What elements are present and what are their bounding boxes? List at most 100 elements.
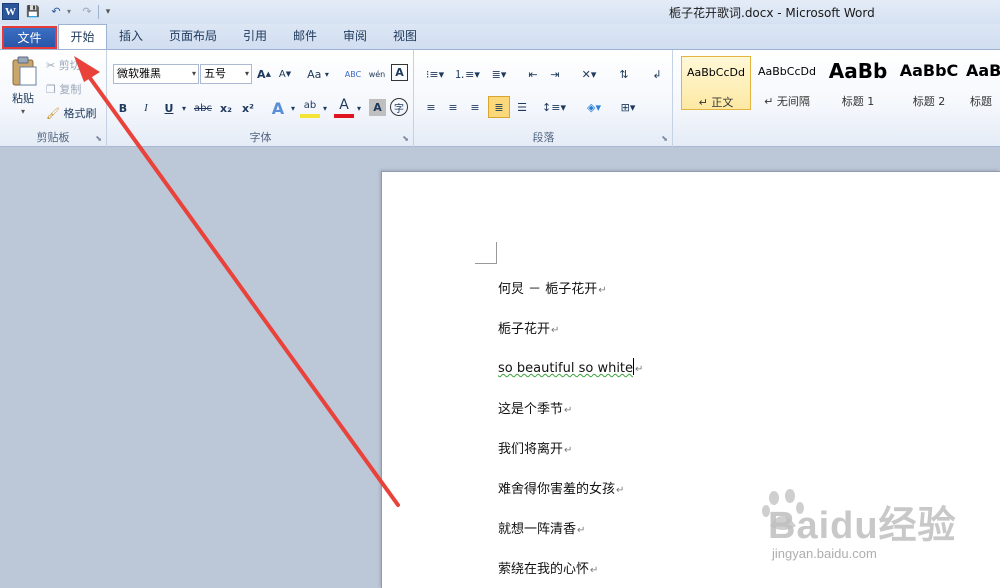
paragraph-launcher-icon[interactable]: ⬊ [661, 134, 668, 143]
lyric-line[interactable]: 栀子花开↵ [498, 318, 559, 337]
justify-icon[interactable]: ≣ [488, 96, 510, 118]
line-text: 我们将离开 [498, 442, 564, 457]
line-spacing-icon[interactable]: ↕≡▾ [539, 97, 569, 117]
copy-icon: ❐ [46, 82, 60, 96]
paste-icon[interactable] [6, 54, 42, 88]
tab-view[interactable]: 视图 [382, 24, 428, 49]
font-color-dropdown-icon[interactable]: ▾ [354, 98, 364, 118]
superscript-button[interactable]: x² [238, 98, 258, 118]
style-title[interactable]: AaB 标题 [964, 56, 1000, 110]
bullets-icon[interactable]: ⁝≡▾ [421, 64, 449, 84]
align-center-icon[interactable]: ≡ [443, 97, 463, 117]
increase-indent-icon[interactable]: ⇥ [545, 64, 565, 84]
align-left-icon[interactable]: ≡ [421, 97, 441, 117]
lyric-line[interactable]: 就想一阵清香↵ [498, 518, 585, 537]
paste-button[interactable]: 粘贴 [6, 90, 40, 106]
customize-toolbar-icon[interactable]: ▾ [103, 3, 113, 20]
borders-icon[interactable]: ⊞▾ [613, 97, 643, 117]
ribbon: 粘贴 ▾ ✂ 剪切 ❐ 复制 🖌 格式刷 剪贴板 ⬊ 微软雅黑 ▾ 五号 ▾ A ▲ … [0, 49, 1000, 147]
tab-page-layout[interactable]: 页面布局 [158, 24, 228, 49]
cut-button[interactable]: ✂ 剪切 [46, 56, 102, 74]
show-marks-icon[interactable]: ↲ [647, 64, 667, 84]
italic-button[interactable]: I [136, 98, 156, 118]
bold-button[interactable]: B [113, 98, 133, 118]
grow-font-label: A [257, 67, 266, 81]
tab-mailings[interactable]: 邮件 [282, 24, 328, 49]
window-title: 栀子花开歌词.docx - Microsoft Word [669, 6, 875, 20]
paragraph-mark: ↵ [616, 485, 625, 496]
clear-format-icon[interactable]: ABC [342, 64, 364, 84]
lyric-line[interactable]: 萦绕在我的心怀↵ [498, 558, 598, 577]
style-name: 标题 1 [841, 95, 875, 108]
grow-font-icon[interactable]: A ▲ [255, 64, 273, 84]
font-launcher-icon[interactable]: ⬊ [402, 134, 409, 143]
watermark-url: jingyan.baidu.com [772, 546, 877, 561]
chevron-down-icon: ▾ [244, 69, 249, 78]
word-logo-icon[interactable]: W [2, 3, 19, 20]
change-case-icon[interactable]: Aa ▾ [304, 64, 332, 84]
chinese-layout-icon[interactable]: ✕▾ [575, 64, 603, 84]
line-text: 栀子花开 [498, 322, 551, 337]
font-name-combo[interactable]: 微软雅黑 ▾ [113, 64, 199, 84]
style-heading-1[interactable]: AaBb 标题 1 [823, 56, 893, 110]
paragraph-shading-icon[interactable]: ◈▾ [579, 97, 609, 117]
paragraph-mark: ↵ [564, 405, 573, 416]
tab-review[interactable]: 审阅 [332, 24, 378, 49]
paragraph-group: ⁝≡▾ ⒈≡▾ ≣▾ ⇤ ⇥ ✕▾ ⇅ ↲ ≡ ≡ ≡ ≣ ☰ ↕≡▾ ◈▾ ⊞… [415, 50, 673, 147]
line-text: so beautiful so white [498, 361, 634, 376]
multilevel-list-icon[interactable]: ≣▾ [485, 64, 513, 84]
paragraph-mark: ↵ [577, 525, 586, 536]
undo-dropdown-icon[interactable]: ▾ [64, 3, 74, 20]
tab-insert[interactable]: 插入 [108, 24, 154, 49]
underline-dropdown-icon[interactable]: ▾ [179, 98, 189, 118]
watermark-text: Baidu经验 [768, 505, 957, 547]
format-painter-button[interactable]: 🖌 格式刷 [46, 104, 104, 122]
tab-file[interactable]: 文件 [2, 26, 57, 49]
font-size-combo[interactable]: 五号 ▾ [200, 64, 252, 84]
shrink-font-icon[interactable]: A ▼ [276, 64, 294, 84]
font-color-icon[interactable]: A [334, 96, 354, 118]
tab-home[interactable]: 开始 [58, 24, 107, 50]
align-right-icon[interactable]: ≡ [465, 97, 485, 117]
undo-icon[interactable]: ↶ [48, 3, 64, 20]
chevron-down-icon: ▾ [324, 69, 329, 79]
lyric-line[interactable]: so beautiful so white ↵ [498, 358, 643, 376]
phonetic-guide-icon[interactable]: wén [366, 64, 388, 84]
text-effects-icon[interactable]: A [268, 97, 288, 119]
lyric-line[interactable]: 何炅 － 栀子花开↵ [498, 278, 607, 297]
copy-button[interactable]: ❐ 复制 [46, 80, 102, 98]
underline-button[interactable]: U [159, 98, 179, 118]
lyric-line[interactable]: 难舍得你害羞的女孩↵ [498, 478, 624, 497]
decrease-indent-icon[interactable]: ⇤ [523, 64, 543, 84]
line-text: 就想一阵清香 [498, 522, 577, 537]
watermark: Baidu经验 jingyan.baidu.com [762, 484, 982, 580]
enclose-chars-icon[interactable]: 字 [390, 98, 408, 116]
lyric-line[interactable]: 我们将离开↵ [498, 438, 572, 457]
highlight-icon[interactable]: ab [300, 96, 320, 118]
highlight-dropdown-icon[interactable]: ▾ [320, 98, 330, 118]
lyric-line[interactable]: 这是个季节↵ [498, 398, 572, 417]
clipboard-launcher-icon[interactable]: ⬊ [95, 134, 102, 143]
numbering-icon[interactable]: ⒈≡▾ [453, 64, 481, 84]
tab-references[interactable]: 引用 [232, 24, 278, 49]
redo-icon[interactable]: ↷ [79, 3, 95, 20]
shrink-font-label: A [278, 68, 286, 80]
save-icon[interactable]: 💾 [25, 3, 41, 20]
style-heading-2[interactable]: AaBbC 标题 2 [894, 56, 964, 110]
char-border-icon[interactable]: A [391, 64, 408, 81]
styles-gallery: AaBbCcDd ↵ 正文 AaBbCcDd ↵ 无间隔 AaBb 标题 1 A… [674, 50, 1000, 147]
text-effects-dropdown-icon[interactable]: ▾ [288, 98, 298, 118]
paste-dropdown-icon[interactable]: ▾ [18, 106, 28, 116]
chevron-down-icon: ▾ [191, 69, 196, 78]
subscript-button[interactable]: x₂ [216, 98, 236, 118]
paragraph-mark: ↵ [564, 445, 573, 456]
sort-icon[interactable]: ⇅ [613, 64, 635, 84]
scissors-icon: ✂ [46, 58, 59, 72]
style-normal[interactable]: AaBbCcDd ↵ 正文 [681, 56, 751, 110]
style-no-spacing[interactable]: AaBbCcDd ↵ 无间隔 [752, 56, 822, 110]
style-sample: AaBbCcDd [687, 66, 745, 79]
char-shading-icon[interactable]: A [369, 99, 386, 116]
strikethrough-button[interactable]: abc [192, 98, 214, 118]
distributed-icon[interactable]: ☰ [512, 97, 532, 117]
toolbar-divider [98, 5, 99, 19]
